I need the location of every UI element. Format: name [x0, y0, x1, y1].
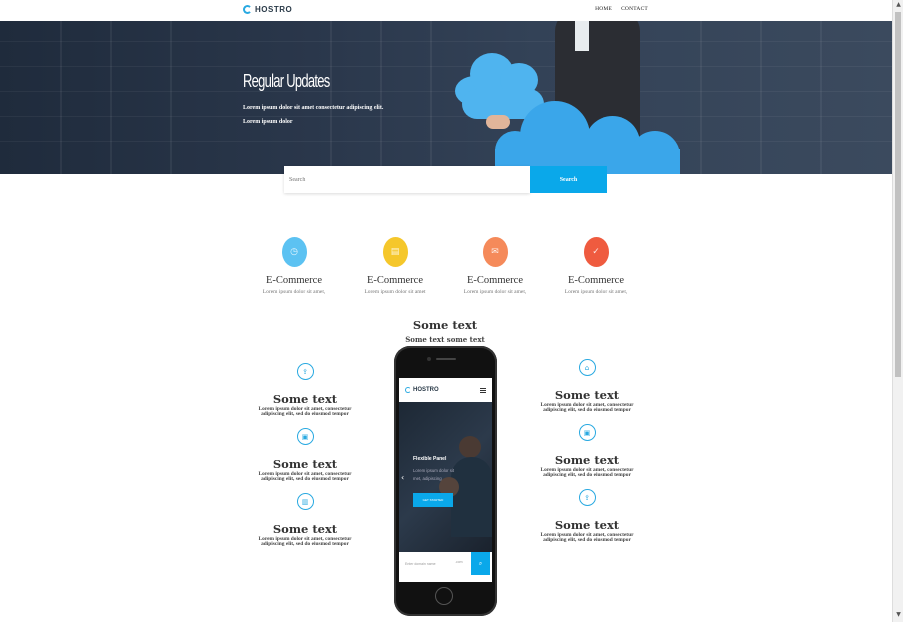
item-title: Some text	[272, 457, 338, 471]
scroll-down-icon[interactable]: ▼	[893, 611, 903, 621]
check-icon: ✓	[583, 237, 609, 267]
nav-contact-link[interactable]: CONTACT	[621, 6, 648, 12]
feature-desc: Lorem ipsum dolor sit amet,	[463, 289, 527, 295]
hero-text-line-1: Lorem ipsum dolor sit amet consectetur a…	[243, 105, 384, 111]
scrollbar-thumb[interactable]	[895, 12, 901, 377]
clock-icon: ◷	[281, 237, 307, 267]
hero-banner: Regular Updates Lorem ipsum dolor sit am…	[0, 21, 892, 174]
item-title: Some text	[554, 388, 620, 402]
logo[interactable]: HOSTRO	[243, 5, 292, 14]
left-feature-item: ▣ Some text Lorem ipsum dolor sit amet, …	[250, 428, 360, 482]
right-feature-item: ▣ Some text Lorem ipsum dolor sit amet, …	[532, 424, 642, 478]
item-title: Some text	[272, 392, 338, 406]
hamburger-menu-icon	[480, 388, 486, 393]
phone-slide-title: Flexible Panel	[413, 456, 447, 462]
image-icon: ▣	[296, 428, 314, 445]
section-title: Some text	[412, 318, 478, 332]
item-desc: Lorem ipsum dolor sit amet, consectetur …	[258, 536, 352, 547]
section-subtitle: Some text some text	[405, 335, 485, 344]
phone-home-button	[435, 587, 453, 605]
logo-icon	[405, 387, 411, 393]
share-icon: ⇪	[296, 363, 314, 380]
phone-domain-input: Enter domain name	[402, 553, 472, 575]
mail-icon: ✉	[482, 237, 508, 267]
logo-icon	[243, 5, 252, 14]
nav-home-link[interactable]: HOME	[595, 6, 612, 12]
folder-icon: ▤	[382, 237, 408, 267]
feature-card: ▤ E-Commerce Lorem ipsum dolor sit amet	[350, 237, 440, 295]
page-scrollbar[interactable]: ▲ ▼	[892, 0, 903, 622]
feature-title: E-Commerce	[467, 275, 523, 286]
phone-get-started-button: GET STARTED	[413, 493, 453, 507]
feature-title: E-Commerce	[266, 275, 322, 286]
chevron-left-icon: ‹	[401, 473, 405, 482]
item-desc: Lorem ipsum dolor sit amet, consectetur …	[540, 532, 634, 543]
item-desc: Lorem ipsum dolor sit amet, consectetur …	[258, 406, 352, 417]
item-title: Some text	[272, 522, 338, 536]
left-feature-item: ▥ Some text Lorem ipsum dolor sit amet, …	[250, 493, 360, 547]
search-button[interactable]: Search	[530, 166, 607, 193]
scroll-up-icon[interactable]: ▲	[893, 1, 903, 11]
search-icon: ⌕	[471, 552, 490, 575]
feature-title: E-Commerce	[568, 275, 624, 286]
share-icon: ⇪	[578, 489, 596, 506]
feature-desc: Lorem ipsum dolor sit amet	[364, 289, 426, 295]
item-desc: Lorem ipsum dolor sit amet, consectetur …	[540, 467, 634, 478]
right-feature-item: ⇪ Some text Lorem ipsum dolor sit amet, …	[532, 489, 642, 543]
nav-links: HOME CONTACT	[595, 6, 648, 12]
item-title: Some text	[554, 453, 620, 467]
phone-screen: HOSTRO ‹ Flexible Panel Lorem ipsum dolo…	[399, 378, 492, 582]
feature-desc: Lorem ipsum dolor sit amet,	[262, 289, 326, 295]
feature-title: E-Commerce	[367, 275, 423, 286]
top-navbar: HOSTRO HOME CONTACT	[0, 0, 892, 21]
feature-desc: Lorem ipsum dolor sit amet,	[564, 289, 628, 295]
feature-card: ✉ E-Commerce Lorem ipsum dolor sit amet,	[450, 237, 540, 295]
feature-card: ✓ E-Commerce Lorem ipsum dolor sit amet,	[551, 237, 641, 295]
feature-card: ◷ E-Commerce Lorem ipsum dolor sit amet,	[249, 237, 339, 295]
search-input[interactable]	[284, 166, 530, 193]
hero-title: Regular Updates	[243, 71, 330, 91]
item-desc: Lorem ipsum dolor sit amet, consectetur …	[540, 402, 634, 413]
home-icon: ⌂	[578, 359, 596, 376]
right-feature-item: ⌂ Some text Lorem ipsum dolor sit amet, …	[532, 359, 642, 413]
phone-logo: HOSTRO	[405, 387, 439, 393]
image-icon: ▣	[578, 424, 596, 441]
item-title: Some text	[554, 518, 620, 532]
page: HOSTRO HOME CONTACT Regular Updates Lore…	[0, 0, 892, 622]
bar-chart-icon: ▥	[296, 493, 314, 510]
hero-text-line-2: Lorem ipsum dolor	[243, 119, 293, 125]
item-desc: Lorem ipsum dolor sit amet, consectetur …	[258, 471, 352, 482]
logo-text: HOSTRO	[255, 5, 293, 14]
phone-domain-select: .com	[455, 560, 463, 564]
left-feature-item: ⇪ Some text Lorem ipsum dolor sit amet, …	[250, 363, 360, 417]
